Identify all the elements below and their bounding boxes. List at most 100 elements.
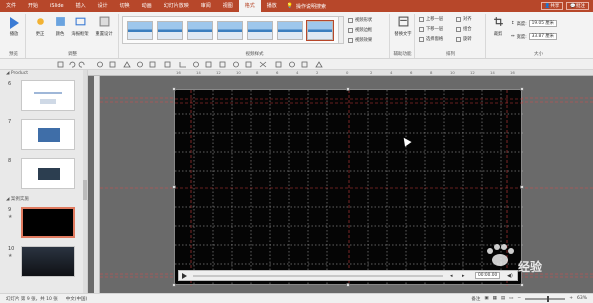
reset-icon: [99, 16, 109, 27]
zoom-level[interactable]: 63%: [577, 296, 587, 301]
style-thumb[interactable]: [187, 21, 213, 40]
thumbnail-scrollbar[interactable]: [83, 70, 87, 293]
slide-counter: 幻灯片 第 9 张，共 10 张: [6, 296, 58, 302]
video-effects-button[interactable]: 视频效果: [348, 37, 372, 43]
color-button[interactable]: 颜色: [51, 16, 69, 37]
tab-animations[interactable]: 动画: [136, 0, 158, 12]
gallery-scrollbar[interactable]: [338, 17, 343, 43]
height-control: ↕ 高度: 19.05 厘米: [511, 20, 557, 27]
tab-islide[interactable]: iSlide: [44, 0, 70, 12]
tool-icon: [233, 61, 239, 68]
slide-thumbnail[interactable]: [21, 246, 75, 277]
resize-handle[interactable]: [172, 283, 176, 287]
slide-thumbnail[interactable]: [21, 80, 75, 111]
height-icon: ↕: [511, 21, 515, 26]
effects-icon: [348, 37, 353, 43]
tab-file[interactable]: 文件: [0, 0, 22, 12]
send-backward-button[interactable]: 下移一层: [419, 26, 443, 32]
volume-icon[interactable]: ◀): [507, 273, 513, 279]
zoom-slider[interactable]: [525, 295, 566, 302]
share-button[interactable]: 👤共享: [540, 2, 564, 10]
quick-access-toolbar: [0, 59, 593, 70]
resize-handle[interactable]: [520, 283, 524, 287]
width-control: ↔ 宽度: 33.87 厘米: [511, 33, 557, 40]
style-thumb[interactable]: [217, 21, 243, 40]
video-styles-gallery[interactable]: [122, 16, 344, 44]
tool-icon: [301, 61, 308, 68]
tool-icon: [205, 61, 212, 68]
horizontal-ruler: 16 14 12 10 8 6 4 2 0 2 4 6 8 10 12 14 1…: [88, 70, 593, 76]
slide-thumbnail[interactable]: [21, 158, 75, 189]
resize-handle[interactable]: [520, 87, 524, 91]
play-button[interactable]: 播放: [5, 16, 23, 37]
slideshow-icon[interactable]: ▭: [509, 296, 513, 301]
tool-icon: [164, 61, 171, 68]
resize-handle[interactable]: [346, 87, 350, 91]
slide-thumbnail-active[interactable]: [21, 207, 75, 238]
reading-view-icon[interactable]: ▤: [501, 296, 505, 301]
height-field[interactable]: 19.05 厘米: [528, 20, 557, 27]
align-button[interactable]: 对齐: [456, 16, 472, 22]
width-icon: ↔: [511, 34, 515, 39]
alt-text-button[interactable]: 替换文字: [394, 16, 412, 37]
crop-button[interactable]: 裁剪: [489, 16, 507, 37]
tab-review[interactable]: 审阅: [195, 0, 217, 12]
video-shape-button[interactable]: 视频形状: [348, 17, 372, 23]
tool-icon: [259, 61, 267, 68]
tab-format[interactable]: 格式: [238, 0, 261, 12]
tab-slideshow[interactable]: 幻灯片放映: [158, 0, 195, 12]
media-progress-track[interactable]: [193, 275, 443, 277]
tab-playback[interactable]: 播放: [261, 0, 283, 12]
resize-handle[interactable]: [346, 283, 350, 287]
reset-design-button[interactable]: 重置设计: [93, 16, 115, 37]
group-button[interactable]: 组合: [456, 26, 472, 32]
rewind-icon[interactable]: ◂: [450, 273, 453, 279]
tool-icon: [149, 61, 156, 68]
slide-sorter-icon[interactable]: ▦: [493, 296, 497, 301]
section-header[interactable]: ◢ 案例实施: [6, 196, 29, 202]
star-icon: ★: [8, 253, 13, 259]
style-thumb[interactable]: [277, 21, 303, 40]
rotate-button[interactable]: 旋转: [456, 36, 472, 42]
selection-pane-icon: [419, 36, 424, 42]
align-icon: [456, 16, 461, 22]
zoom-in-icon[interactable]: +: [569, 296, 573, 301]
rotate-icon: [456, 36, 461, 42]
media-play-icon[interactable]: [182, 273, 187, 279]
style-thumb[interactable]: [306, 20, 334, 41]
tool-icon: [275, 61, 282, 68]
video-border-button[interactable]: 视频边框: [348, 27, 372, 33]
tool-icon: [123, 61, 131, 68]
tell-me-search[interactable]: 💡 操作说明搜索: [287, 3, 326, 10]
poster-frame-button[interactable]: 海报框架: [71, 16, 89, 37]
zoom-out-icon[interactable]: −: [517, 296, 521, 301]
style-thumb[interactable]: [127, 21, 153, 40]
video-object[interactable]: [174, 89, 523, 286]
lightbulb-icon: 💡: [286, 3, 293, 9]
tab-home[interactable]: 开始: [22, 0, 44, 12]
corrections-button[interactable]: 更正: [31, 16, 49, 37]
section-header[interactable]: ◢ Product: [6, 71, 28, 76]
tab-view[interactable]: 视图: [217, 0, 239, 12]
resize-handle[interactable]: [172, 87, 176, 91]
status-bar: 幻灯片 第 9 张，共 10 张 中文(中国) 备注 ▣ ▦ ▤ ▭ − + 6…: [0, 293, 593, 303]
star-icon: ★: [8, 214, 13, 220]
tab-design[interactable]: 设计: [92, 0, 114, 12]
bring-forward-button[interactable]: 上移一层: [419, 16, 443, 22]
width-field[interactable]: 33.87 厘米: [528, 33, 557, 40]
slide-thumbnail[interactable]: [21, 119, 75, 150]
selection-pane-button[interactable]: 选择窗格: [419, 36, 443, 42]
comments-button[interactable]: 💬批注: [566, 2, 589, 10]
tab-insert[interactable]: 插入: [70, 0, 92, 12]
paw-watermark-icon: [487, 244, 514, 266]
resize-handle[interactable]: [520, 185, 524, 189]
normal-view-icon[interactable]: ▣: [484, 296, 488, 301]
language-indicator[interactable]: 中文(中国): [66, 296, 88, 302]
tool-icon: [289, 61, 295, 68]
tab-transitions[interactable]: 切换: [114, 0, 136, 12]
resize-handle[interactable]: [172, 185, 176, 189]
notes-button[interactable]: 备注: [471, 296, 480, 302]
forward-icon[interactable]: ▸: [462, 273, 465, 279]
style-thumb[interactable]: [247, 21, 273, 40]
style-thumb[interactable]: [157, 21, 183, 40]
